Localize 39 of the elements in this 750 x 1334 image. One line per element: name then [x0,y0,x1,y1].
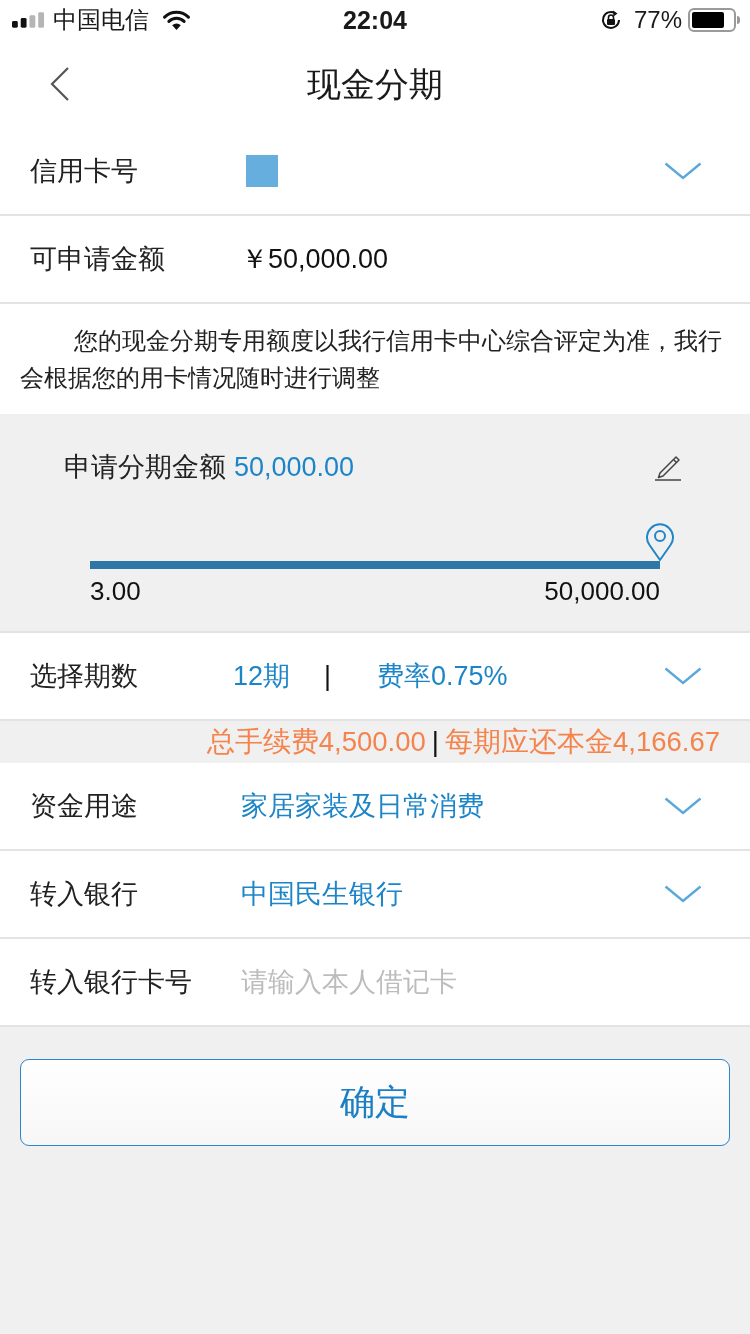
field-label: 转入银行卡号 [30,966,193,999]
rate-value: 费率0.75% [377,660,508,693]
page-title: 现金分期 [307,64,443,105]
clock-time: 22:04 [343,5,407,35]
card-number-input[interactable]: 请输入本人借记卡 [241,962,702,1002]
amount-label: 申请分期金额 [64,451,226,484]
total-fee: 总手续费4,500.00 [206,726,426,758]
field-label: 选择期数 [30,660,139,693]
carrier-name: 中国电信 [53,5,149,35]
rotation-lock-icon [599,9,622,31]
back-icon [50,66,70,102]
pencil-icon[interactable] [654,453,682,481]
chevron-down-icon[interactable] [664,667,702,685]
field-label: 信用卡号 [30,155,139,188]
slider-min-label: 3.00 [90,576,141,606]
wifi-icon [163,10,190,30]
dropdown-value[interactable]: 家居家装及日常消费 [241,788,484,824]
monthly-principal: 每期应还本金4,166.67 [444,726,720,758]
term-value[interactable]: 12期 [233,658,291,694]
chevron-down-icon[interactable] [664,162,702,180]
amount-value: 50,000.00 [234,451,355,484]
card-square-icon [246,155,278,187]
slider-thumb-icon[interactable] [645,521,675,561]
field-label: 资金用途 [30,790,139,823]
dropdown-value[interactable]: 中国民生银行 [241,876,403,912]
notice-text: 您的现金分期专用额度以我行信用卡中心综合评定为准，我行会根据您的用卡情况随时进行调整 [0,304,750,414]
separator: | [431,726,439,758]
separator: | [324,660,332,693]
battery-percent: 77% [633,5,682,35]
input-row[interactable]: 转入银行卡号 请输入本人借记卡 [0,939,750,1027]
signal-icon [12,12,45,28]
slider-max-label: 50,000.00 [544,576,660,606]
confirm-button[interactable]: 确定 [20,1059,730,1146]
battery-icon [688,8,740,32]
chevron-down-icon[interactable] [664,797,702,815]
field-label: 转入银行 [30,878,139,911]
chevron-down-icon[interactable] [664,885,702,903]
field-label: 可申请金额 [30,243,166,276]
available-amount: ￥50,000.00 [241,243,389,276]
